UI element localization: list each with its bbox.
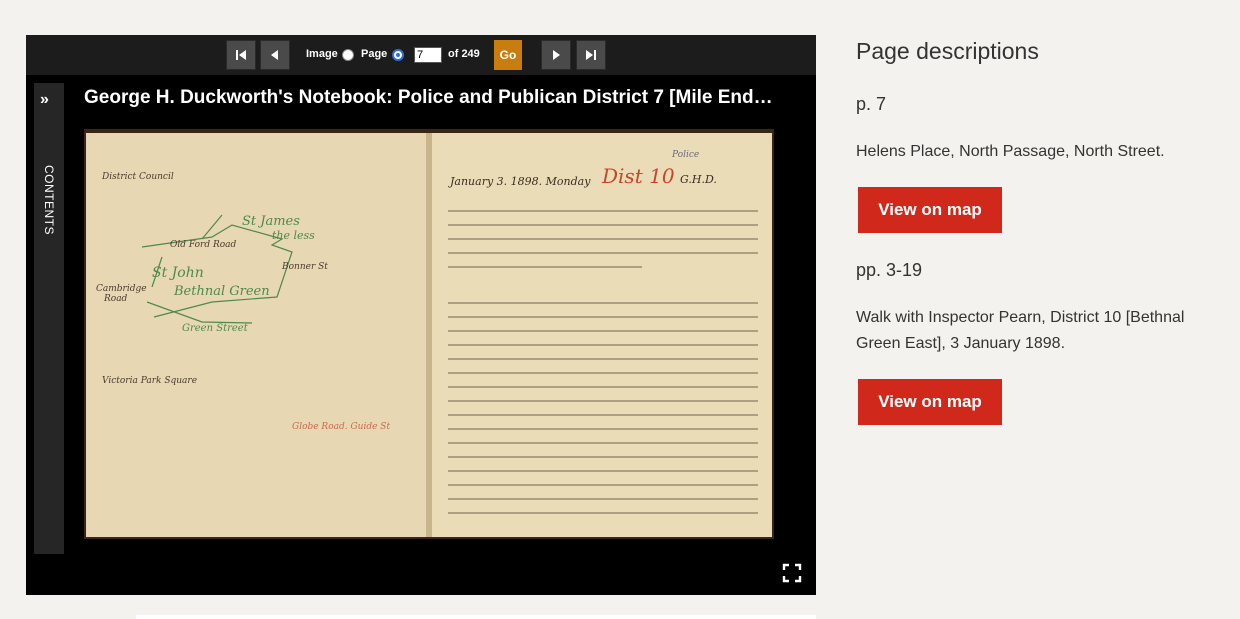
notebook-page-image[interactable]: St John Bethnal Green St James the less … xyxy=(82,127,776,541)
expand-chevron-icon: » xyxy=(40,91,49,108)
svg-text:Cambridge: Cambridge xyxy=(96,284,147,294)
svg-text:the less: the less xyxy=(272,229,315,242)
notebook-title: George H. Duckworth's Notebook: Police a… xyxy=(84,87,773,108)
svg-text:Bonner St: Bonner St xyxy=(281,262,328,272)
svg-text:Road: Road xyxy=(103,294,128,304)
last-page-icon xyxy=(586,50,596,60)
contents-label: CONTENTS xyxy=(42,165,56,235)
svg-text:Globe Road. Guide St: Globe Road. Guide St xyxy=(292,422,390,432)
view-on-map-button[interactable]: View on map xyxy=(858,187,1002,233)
page-mode-label: Page xyxy=(361,48,388,60)
next-page-icon xyxy=(553,50,560,60)
page-description: Walk with Inspector Pearn, District 10 [… xyxy=(856,309,1185,352)
page-range-label: pp. 3-19 xyxy=(856,260,923,280)
svg-text:Victoria Park Square: Victoria Park Square xyxy=(102,376,197,386)
last-page-button[interactable] xyxy=(576,40,606,70)
first-page-button[interactable] xyxy=(226,40,256,70)
svg-text:District Council: District Council xyxy=(101,172,174,182)
page-count-label: of 249 xyxy=(448,48,480,60)
svg-text:Bethnal Green: Bethnal Green xyxy=(173,284,270,299)
svg-text:January 3. 1898. Monday: January 3. 1898. Monday xyxy=(448,175,591,188)
image-mode-radio[interactable] xyxy=(342,49,354,61)
svg-text:St John: St John xyxy=(152,265,204,281)
next-page-button[interactable] xyxy=(541,40,571,70)
view-on-map-button[interactable]: View on map xyxy=(858,379,1002,425)
panel-heading: Page descriptions xyxy=(856,38,1039,64)
previous-page-icon xyxy=(271,50,278,60)
fullscreen-icon[interactable] xyxy=(782,563,802,583)
svg-text:Green Street: Green Street xyxy=(182,323,249,334)
viewer-toolbar: Image Page 7 of 249 Go xyxy=(26,35,816,75)
page-number-input[interactable]: 7 xyxy=(414,47,442,63)
content-divider xyxy=(136,615,816,619)
svg-text:Police: Police xyxy=(671,150,699,160)
page-mode-radio[interactable] xyxy=(392,49,404,61)
previous-page-button[interactable] xyxy=(260,40,290,70)
page-description: Helens Place, North Passage, North Stree… xyxy=(856,143,1165,160)
contents-sidebar-toggle[interactable]: » CONTENTS xyxy=(34,83,64,554)
page-range-label: p. 7 xyxy=(856,94,887,114)
go-button[interactable]: Go xyxy=(494,40,522,70)
image-mode-label: Image xyxy=(306,48,338,60)
notebook-viewer: Image Page 7 of 249 Go » CONTENTS George… xyxy=(26,35,816,595)
svg-text:G.H.D.: G.H.D. xyxy=(680,173,717,186)
svg-text:Old Ford Road: Old Ford Road xyxy=(170,240,237,250)
svg-text:Dist 10: Dist 10 xyxy=(601,164,675,188)
first-page-icon xyxy=(236,50,246,60)
svg-text:St James: St James xyxy=(242,214,300,229)
